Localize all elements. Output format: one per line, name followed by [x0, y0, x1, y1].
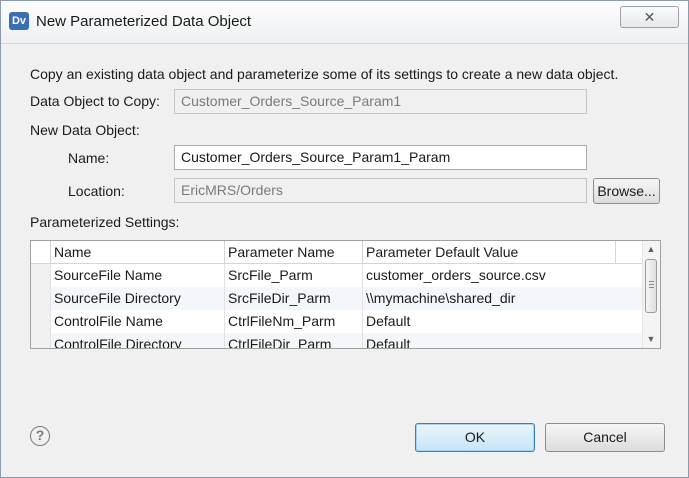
- name-input[interactable]: Customer_Orders_Source_Param1_Param: [174, 145, 587, 170]
- dialog-title: New Parameterized Data Object: [36, 13, 252, 30]
- row-selector: [31, 264, 51, 287]
- row-selector: [31, 310, 51, 333]
- table-row[interactable]: SourceFile Directory SrcFileDir_Parm \\m…: [31, 287, 644, 310]
- scroll-up-arrow-icon[interactable]: ▲: [643, 241, 659, 257]
- cell-default-value[interactable]: customer_orders_source.csv: [363, 264, 616, 287]
- description-text: Copy an existing data object and paramet…: [30, 66, 619, 82]
- table-row[interactable]: ControlFile Name CtrlFileNm_Parm Default: [31, 310, 644, 333]
- header-parameter-default-value[interactable]: Parameter Default Value: [363, 241, 616, 263]
- cell-name: ControlFile Directory: [51, 333, 225, 348]
- grip-line: [649, 284, 654, 285]
- close-icon: ✕: [643, 9, 656, 25]
- cell-parameter-name[interactable]: SrcFile_Parm: [225, 264, 363, 287]
- name-label: Name:: [68, 150, 110, 166]
- cell-parameter-name[interactable]: SrcFileDir_Parm: [225, 287, 363, 310]
- app-icon: Dv: [9, 12, 29, 30]
- header-name[interactable]: Name: [51, 241, 225, 263]
- cell-default-value[interactable]: Default: [363, 333, 616, 348]
- location-label: Location:: [68, 183, 125, 199]
- settings-table: Name Parameter Name Parameter Default Va…: [30, 240, 661, 349]
- new-object-label: New Data Object:: [30, 122, 140, 138]
- cancel-button[interactable]: Cancel: [545, 423, 665, 452]
- close-button[interactable]: ✕: [620, 6, 679, 28]
- cell-name: SourceFile Directory: [51, 287, 225, 310]
- cell-parameter-name[interactable]: CtrlFileNm_Parm: [225, 310, 363, 333]
- browse-button[interactable]: Browse...: [593, 178, 660, 204]
- help-icon[interactable]: ?: [30, 426, 50, 446]
- row-selector: [31, 333, 51, 348]
- cell-default-value[interactable]: \\mymachine\shared_dir: [363, 287, 616, 310]
- row-selector: [31, 287, 51, 310]
- scrollbar-thumb[interactable]: [645, 259, 657, 313]
- parameterized-settings-label: Parameterized Settings:: [30, 214, 180, 230]
- copy-source-field: Customer_Orders_Source_Param1: [174, 89, 587, 114]
- copy-label: Data Object to Copy:: [30, 93, 160, 109]
- table-row[interactable]: ControlFile Directory CtrlFileDir_Parm D…: [31, 333, 644, 348]
- header-selector-col: [31, 241, 51, 263]
- table-row[interactable]: SourceFile Name SrcFile_Parm customer_or…: [31, 264, 644, 287]
- dialog-content: Copy an existing data object and paramet…: [1, 44, 688, 477]
- grip-line: [649, 287, 654, 288]
- header-parameter-name[interactable]: Parameter Name: [225, 241, 363, 263]
- cell-parameter-name[interactable]: CtrlFileDir_Parm: [225, 333, 363, 348]
- grip-line: [649, 281, 654, 282]
- ok-button[interactable]: OK: [415, 423, 535, 452]
- dialog-window: Dv New Parameterized Data Object ✕ Copy …: [0, 0, 689, 478]
- location-field: EricMRS/Orders: [174, 178, 587, 203]
- table-scrollbar[interactable]: ▲ ▼: [642, 241, 660, 348]
- cell-name: ControlFile Name: [51, 310, 225, 333]
- scroll-down-arrow-icon[interactable]: ▼: [643, 331, 659, 347]
- title-bar: Dv New Parameterized Data Object ✕: [1, 1, 688, 44]
- cell-name: SourceFile Name: [51, 264, 225, 287]
- table-header: Name Parameter Name Parameter Default Va…: [31, 241, 660, 264]
- cell-default-value[interactable]: Default: [363, 310, 616, 333]
